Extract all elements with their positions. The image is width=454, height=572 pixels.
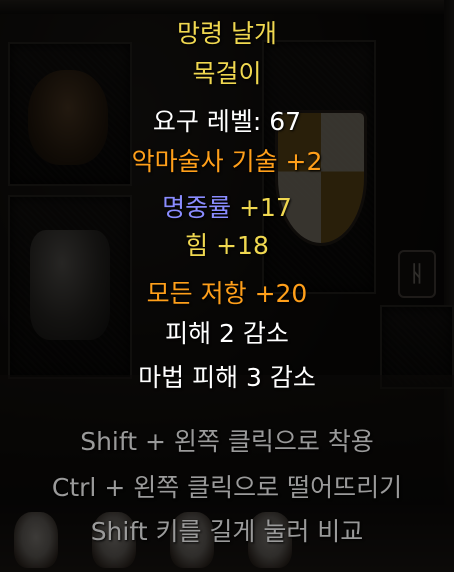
item-tooltip: 망령 날개 목걸이 요구 레벨: 67 악마술사 기술 +2 명중률 +17 힘… <box>0 0 454 572</box>
magic-damage-reduction: 마법 피해 3 감소 <box>138 363 316 392</box>
attack-rating-bonus: 명중률 +17 <box>0 190 454 226</box>
compare-hint: Shift 키를 길게 눌러 비교 <box>90 517 364 546</box>
all-resist-bonus: 모든 저항 +20 <box>146 279 308 308</box>
game-screen: ᚺ 망령 날개 목걸이 요구 레벨: 67 악마술사 기술 +2 명중률 +17… <box>0 0 454 572</box>
item-type: 목걸이 <box>192 59 262 88</box>
drop-hint: Ctrl + 왼쪽 클릭으로 떨어뜨리기 <box>51 473 403 502</box>
attack-rating-value: +17 <box>231 193 292 222</box>
attack-rating-label: 명중률 <box>162 193 232 222</box>
damage-reduction: 피해 2 감소 <box>165 319 289 348</box>
level-requirement: 요구 레벨: 67 <box>152 107 302 136</box>
strength-bonus: 힘 +18 <box>185 231 269 260</box>
item-name: 망령 날개 <box>177 19 277 48</box>
skill-bonus: 악마술사 기술 +2 <box>131 147 323 176</box>
equip-hint: Shift + 왼쪽 클릭으로 착용 <box>80 427 374 456</box>
